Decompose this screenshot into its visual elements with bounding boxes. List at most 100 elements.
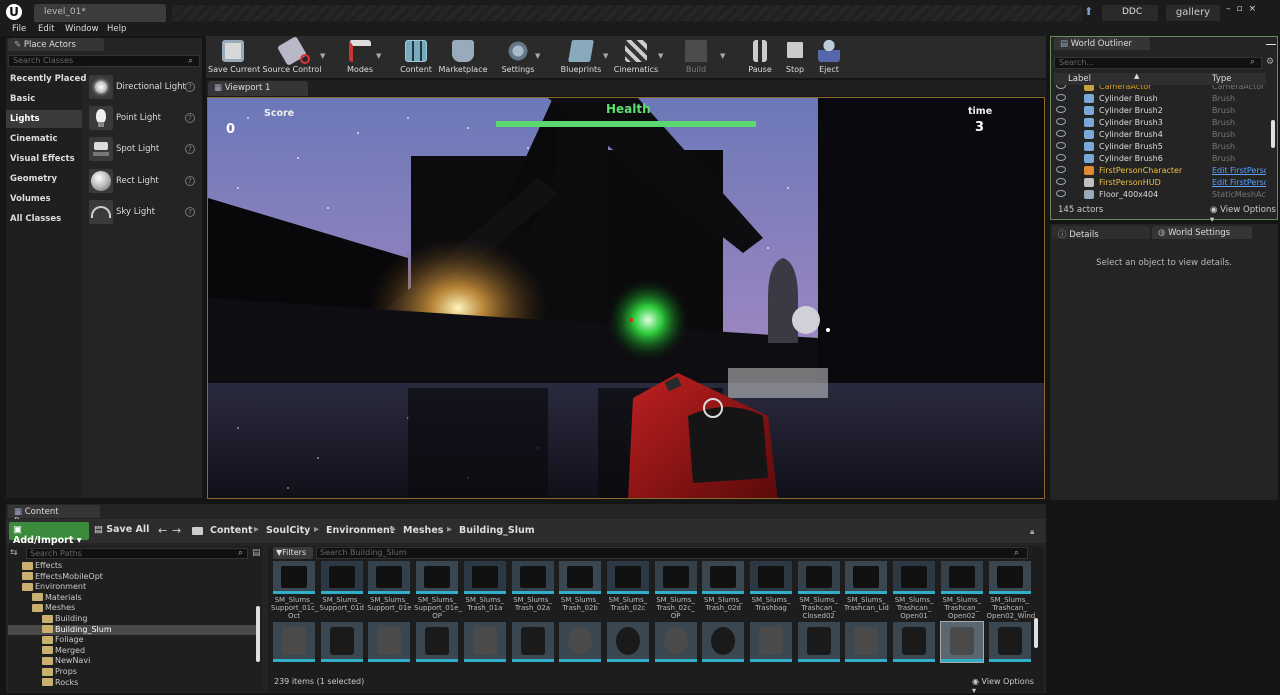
folder-tree-item[interactable]: Props [8,667,256,677]
place-actors-tab[interactable]: ✎ Place Actors [8,38,104,51]
visibility-eye-icon[interactable] [1056,94,1066,101]
help-icon[interactable]: ? [185,82,195,92]
asset-thumbnail[interactable] [654,622,697,662]
outliner-settings-icon[interactable]: ⚙ [1266,57,1274,67]
asset-thumbnail[interactable] [845,561,888,594]
breadcrumb-environment[interactable]: Environment [326,525,394,536]
asset-thumbnail[interactable] [368,561,411,594]
outliner-row[interactable]: Cylinder Brush3 Brush [1054,117,1266,129]
asset-thumbnail[interactable] [893,622,936,662]
breadcrumb-building-slum[interactable]: Building_Slum [459,525,535,536]
outliner-row[interactable]: FirstPersonCharacter Edit FirstPerson [1054,165,1266,177]
visibility-eye-icon[interactable] [1056,118,1066,125]
folder-tree-item[interactable]: Foliage [8,635,256,645]
folder-tree-item[interactable]: Effects [8,561,256,571]
asset-thumbnail[interactable] [559,622,602,662]
edit-blueprint-link[interactable]: Edit FirstPerson [1212,166,1266,175]
settings-dropdown-icon[interactable]: ▼ [535,52,540,60]
world-settings-tab[interactable]: ◍ World Settings [1152,226,1252,239]
category-all-classes[interactable]: All Classes [10,214,61,224]
folder-tree-item[interactable]: Building [8,614,256,624]
panel-close-icon[interactable] [1266,44,1276,45]
actor-spot-light[interactable]: Spot Light ? [88,137,198,163]
category-volumes[interactable]: Volumes [10,194,51,204]
game-viewport[interactable]: Score 0 Health time 3 [207,97,1045,499]
tree-toggle-icon[interactable]: ⇆ [10,548,18,558]
modes-button[interactable]: Modes [340,36,380,78]
settings-button[interactable]: Settings [496,36,540,78]
visibility-eye-icon[interactable] [1056,166,1066,173]
add-import-button[interactable]: ▣ Add/Import ▾ [9,522,89,546]
outliner-row[interactable]: Cylinder Brush4 Brush [1054,129,1266,141]
outliner-search-input[interactable]: Search... [1054,57,1262,69]
project-name-button[interactable]: gallery [1166,5,1220,21]
asset-thumbnail[interactable] [988,622,1031,662]
folder-tree-item[interactable]: EffectsMobileOpt [8,572,256,582]
modes-dropdown-icon[interactable]: ▼ [376,52,381,60]
help-icon[interactable]: ? [185,113,195,123]
search-assets-input[interactable]: Search Building_Slum [316,547,1028,559]
actor-point-light[interactable]: Point Light ? [88,106,198,132]
column-label[interactable]: Label [1068,74,1091,84]
cinematics-dropdown-icon[interactable]: ▼ [658,52,663,60]
asset-thumbnail[interactable] [273,561,315,594]
save-current-button[interactable]: Save Current [208,36,260,78]
outliner-row[interactable]: Cylinder Brush Brush [1054,93,1266,105]
category-basic[interactable]: Basic [10,94,35,104]
help-icon[interactable]: ? [185,176,195,186]
asset-thumbnail[interactable] [416,561,459,594]
visibility-eye-icon[interactable] [1056,190,1066,197]
actor-directional-light[interactable]: Directional Light ? [88,75,198,101]
menu-edit[interactable]: Edit [38,24,54,34]
visibility-eye-icon[interactable] [1056,85,1066,89]
eject-button[interactable]: Eject [814,36,844,78]
search-classes-input[interactable]: Search Classes [8,55,200,67]
category-lights[interactable]: Lights [10,114,40,124]
folder-tree-item[interactable]: NewNavi [8,656,256,666]
menu-file[interactable]: File [12,24,26,34]
outliner-row[interactable]: Cylinder Brush6 Brush [1054,153,1266,165]
window-controls[interactable]: –▫× [1226,4,1278,18]
tree-view-options-icon[interactable]: ▤ [252,548,261,558]
folder-tree-item[interactable]: Materials [8,593,256,603]
visibility-eye-icon[interactable] [1056,130,1066,137]
folder-tree-item[interactable]: Building_Slum [8,624,256,635]
source-control-status-icon[interactable]: ⬆ [1084,5,1098,19]
build-button[interactable]: Build [676,36,716,78]
edit-blueprint-link[interactable]: Edit FirstPerson [1212,178,1266,187]
column-type[interactable]: Type [1212,74,1232,84]
breadcrumb-content[interactable]: Content [210,525,253,536]
asset-thumbnail[interactable] [940,561,983,594]
folder-tree-item[interactable]: Meshes [8,603,256,613]
viewport-tab[interactable]: ▦ Viewport 1 [208,81,308,96]
folder-tree-item[interactable]: Merged [8,646,256,656]
asset-thumbnail[interactable] [416,622,459,662]
breadcrumb-soulcity[interactable]: SoulCity [266,525,310,536]
actor-rect-light[interactable]: Rect Light ? [88,169,198,195]
category-cinematic[interactable]: Cinematic [10,134,58,144]
save-all-button[interactable]: ▤ Save All [94,524,149,535]
document-tab[interactable]: level_01* [34,4,166,22]
asset-thumbnail[interactable] [654,561,697,594]
category-geometry[interactable]: Geometry [10,174,57,184]
asset-thumbnail[interactable] [797,561,840,594]
stop-button[interactable]: Stop [780,36,810,78]
visibility-eye-icon[interactable] [1056,106,1066,113]
asset-thumbnail[interactable] [750,561,792,594]
asset-thumbnail[interactable] [939,621,984,663]
forward-arrow-icon[interactable]: → [172,524,181,537]
outliner-row[interactable]: CameraActor CameraActor [1054,85,1266,93]
asset-thumbnail[interactable] [559,561,602,594]
back-arrow-icon[interactable]: ← [158,524,167,537]
marketplace-button[interactable]: Marketplace [438,36,488,78]
help-icon[interactable]: ? [185,207,195,217]
cinematics-button[interactable]: Cinematics [610,36,662,78]
unreal-logo-icon[interactable]: U [6,4,22,20]
title-bar-drag-area[interactable] [172,5,1082,21]
source-control-dropdown-icon[interactable]: ▼ [320,52,325,60]
asset-thumbnail[interactable] [988,561,1031,594]
build-dropdown-icon[interactable]: ▼ [720,52,725,60]
asset-view-options-button[interactable]: ◉ View Options ▾ [972,677,1040,695]
outliner-row[interactable]: Cylinder Brush5 Brush [1054,141,1266,153]
asset-thumbnail[interactable] [606,622,649,662]
